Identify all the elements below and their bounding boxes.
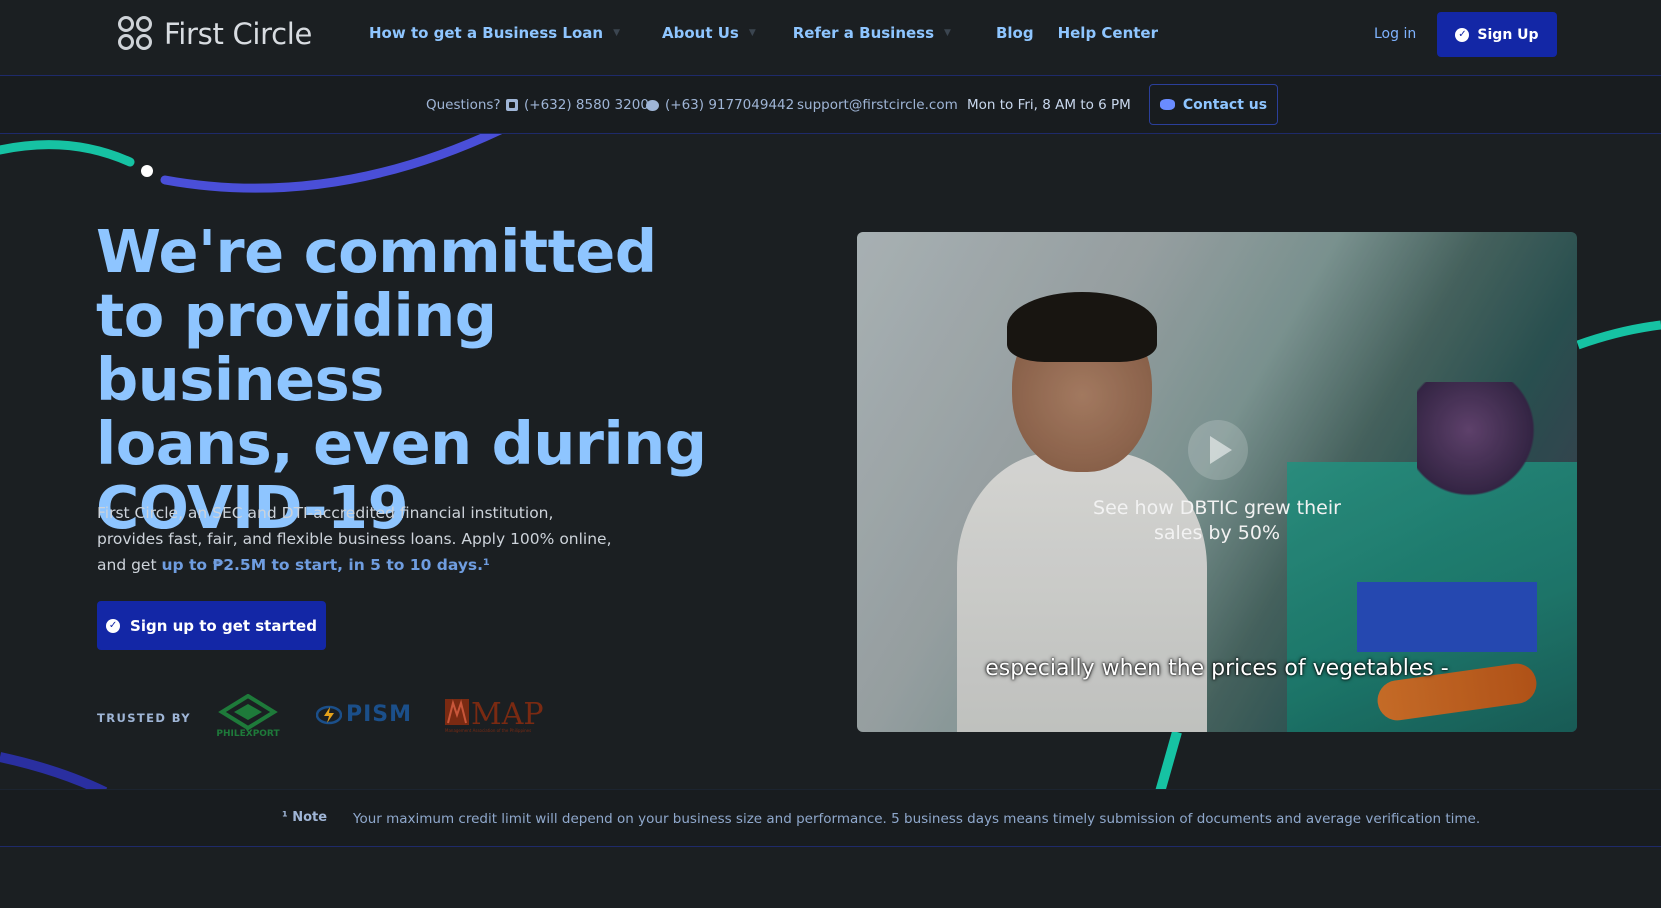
chevron-down-icon: ▼ — [944, 28, 951, 38]
phone-link[interactable]: (+632) 8580 3200 — [506, 97, 649, 113]
philexport-logo: PHILEXPORT — [216, 694, 280, 738]
philexport-logo-text: PHILEXPORT — [216, 729, 280, 738]
hero-title-line: We're committed — [96, 217, 657, 286]
mobile-number: (+63) 9177049442 — [665, 97, 795, 113]
chevron-down-icon: ▼ — [748, 28, 756, 38]
verified-check-icon: ✓ — [106, 618, 121, 633]
map-logo-text: MAP — [471, 697, 544, 732]
video-caption: See how DBTIC grew their sales by 50% — [1093, 497, 1341, 544]
chat-bubble-icon — [646, 99, 659, 111]
brand-name: First Circle — [164, 17, 313, 51]
hero-description-highlight: up to ₱2.5M to start, in 5 to 10 days.¹ — [161, 556, 490, 574]
hero-title-line: to providing business — [96, 281, 497, 414]
support-email-link[interactable]: support@firstcircle.com — [797, 97, 958, 113]
nav-item-label: Blog — [995, 24, 1034, 42]
pism-logo: PISM — [316, 702, 412, 727]
play-icon[interactable] — [1188, 420, 1248, 480]
main-nav: How to get a Business Loan ▼ About Us ▼ … — [369, 24, 1158, 42]
nav-item-business-loan[interactable]: How to get a Business Loan ▼ — [369, 24, 620, 42]
chats-icon — [1159, 99, 1175, 110]
hero-description: First Circle, an SEC and DTI-accredited … — [97, 500, 617, 578]
nav-item-label: Refer a Business — [792, 24, 935, 42]
footnote-label: ¹ Note — [282, 810, 328, 825]
brand-logo[interactable]: First Circle — [118, 16, 312, 52]
contact-bar: Questions? (+632) 8580 3200 (+63) 917704… — [0, 76, 1661, 134]
login-link[interactable]: Log in — [1374, 26, 1416, 42]
contact-us-button[interactable]: Contact us — [1149, 84, 1278, 125]
chevron-down-icon: ▼ — [613, 28, 620, 38]
sign-up-to-get-started-button[interactable]: ✓ Sign up to get started — [97, 601, 326, 650]
nav-item-refer-a-business[interactable]: Refer a Business ▼ — [793, 24, 951, 42]
footnote-text: Your maximum credit limit will depend on… — [353, 811, 1481, 827]
footnote-bar: ¹ Note Your maximum credit limit will de… — [0, 789, 1661, 847]
nav-item-blog[interactable]: Blog — [996, 24, 1034, 42]
nav-item-help-center[interactable]: Help Center — [1058, 24, 1158, 42]
nav-item-label: About Us — [661, 24, 739, 42]
nav-item-label: How to get a Business Loan — [369, 24, 604, 42]
hero-title-line: loans, even during — [96, 409, 707, 478]
hero-title: We're committed to providing business lo… — [96, 220, 776, 540]
contact-us-label: Contact us — [1182, 96, 1268, 113]
first-circle-logo-icon — [118, 16, 154, 52]
support-hours: Mon to Fri, 8 AM to 6 PM — [967, 97, 1131, 113]
trusted-by-label: TRUSTED BY — [97, 711, 192, 725]
video-subtitle: especially when the prices of vegetables… — [985, 656, 1449, 681]
phone-icon — [506, 99, 518, 111]
nav-item-label: Help Center — [1057, 24, 1159, 42]
pism-logo-text: PISM — [346, 702, 413, 727]
nav-item-about-us[interactable]: About Us ▼ — [662, 24, 756, 42]
map-logo-subtext: Management Association of the Philippine… — [445, 728, 531, 733]
cta-label: Sign up to get started — [130, 616, 317, 635]
questions-label: Questions? — [426, 97, 501, 113]
sign-up-button[interactable]: ✓ Sign Up — [1437, 12, 1557, 57]
mobile-link[interactable]: (+63) 9177049442 — [646, 97, 794, 113]
map-logo: MAP Management Association of the Philip… — [445, 697, 544, 733]
verified-check-icon: ✓ — [1455, 27, 1470, 42]
phone-number: (+632) 8580 3200 — [524, 97, 649, 113]
testimonial-video[interactable]: See how DBTIC grew their sales by 50% es… — [857, 232, 1577, 732]
page: First Circle How to get a Business Loan … — [0, 0, 1661, 908]
top-navigation: First Circle How to get a Business Loan … — [0, 0, 1661, 76]
sign-up-label: Sign Up — [1477, 26, 1539, 43]
lightning-icon — [316, 705, 342, 724]
